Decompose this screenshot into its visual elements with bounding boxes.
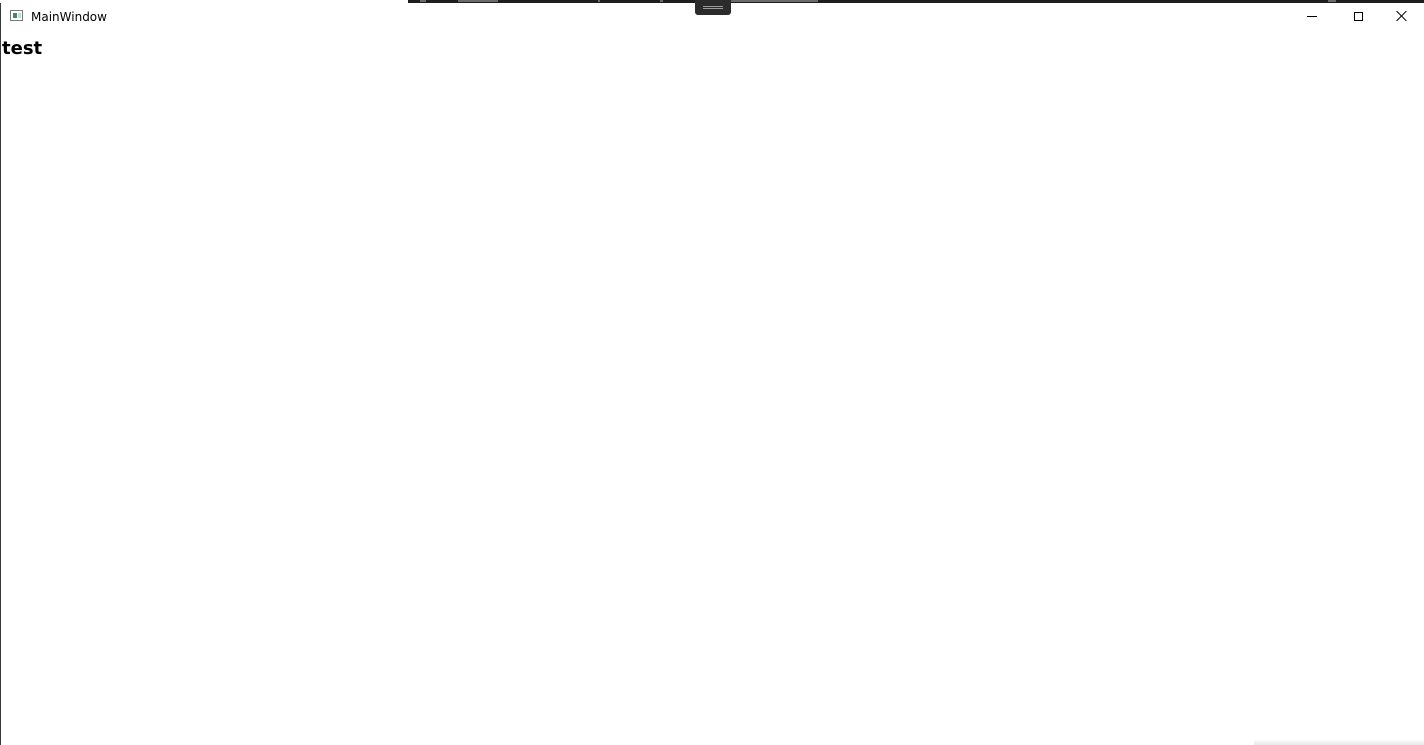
maximize-icon xyxy=(1353,11,1363,21)
screen: MainWindow test xyxy=(0,0,1424,745)
close-button[interactable] xyxy=(1379,0,1424,32)
minimize-icon xyxy=(1307,15,1317,17)
main-window: MainWindow test xyxy=(0,3,1424,745)
window-title: MainWindow xyxy=(31,10,107,24)
corner-shadow xyxy=(1254,739,1424,745)
snap-layout-handle[interactable] xyxy=(695,0,731,15)
window-content: test xyxy=(1,32,1424,745)
close-icon xyxy=(1396,10,1408,22)
content-heading: test xyxy=(2,38,43,59)
app-window-icon[interactable] xyxy=(10,10,23,21)
minimize-button[interactable] xyxy=(1289,0,1335,32)
maximize-button[interactable] xyxy=(1335,0,1381,32)
